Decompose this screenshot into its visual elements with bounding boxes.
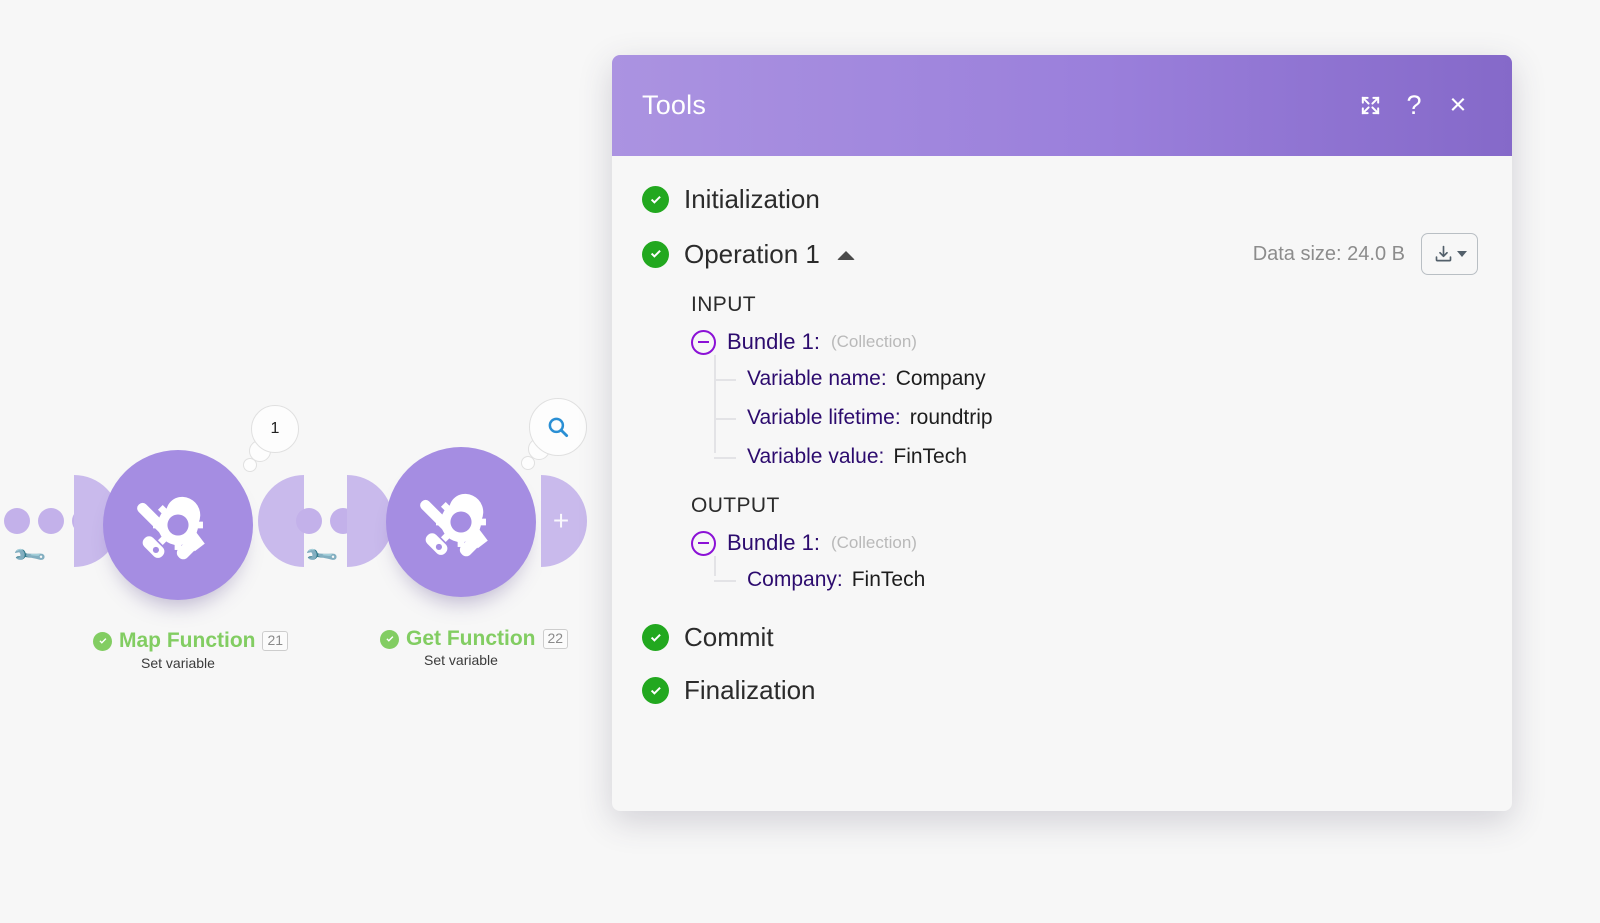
status-check-icon bbox=[380, 629, 399, 649]
module-subtitle: Set variable bbox=[141, 655, 215, 671]
bundle-type: (Collection) bbox=[830, 332, 917, 351]
expand-icon bbox=[1361, 96, 1379, 115]
tools-icon bbox=[420, 493, 488, 557]
bundle-label: Bundle 1: bbox=[727, 530, 820, 555]
status-check-icon bbox=[642, 677, 669, 704]
stage-initialization[interactable]: Initialization bbox=[642, 184, 1478, 215]
module-icon-circle[interactable] bbox=[386, 447, 536, 597]
stage-commit[interactable]: Commit bbox=[642, 622, 1478, 653]
output-tree: Company: FinTech bbox=[714, 556, 1478, 599]
panel-header: Tools ? × bbox=[612, 55, 1512, 156]
row-value: roundtrip bbox=[909, 405, 993, 429]
stage-label: Initialization bbox=[684, 184, 820, 214]
magnifier-icon bbox=[548, 417, 569, 438]
status-check-icon bbox=[642, 186, 669, 213]
collapse-toggle-icon[interactable] bbox=[836, 250, 855, 260]
tools-icon bbox=[137, 496, 205, 560]
row-value: FinTech bbox=[851, 567, 926, 591]
bundle-label: Bundle 1: bbox=[727, 329, 820, 354]
output-bundle-row[interactable]: Bundle 1: (Collection) bbox=[691, 530, 1478, 556]
module-name: Get Function bbox=[406, 627, 536, 650]
chevron-down-icon bbox=[1456, 251, 1467, 257]
tree-row: Variable lifetime: roundtrip bbox=[714, 398, 1478, 437]
input-section-label: INPUT bbox=[691, 293, 756, 316]
tree-row: Variable name: Company bbox=[714, 359, 1478, 398]
help-button[interactable]: ? bbox=[1392, 84, 1436, 128]
close-button[interactable]: × bbox=[1436, 84, 1480, 128]
row-key: Company: bbox=[747, 567, 843, 591]
module-label-row: Get Function 22 bbox=[380, 627, 569, 651]
panel-body: Initialization Operation 1 Data size: 24… bbox=[612, 156, 1512, 736]
data-size-label: Data size: 24.0 B bbox=[1252, 242, 1405, 265]
operation-count-bubble[interactable]: 1 bbox=[251, 405, 299, 453]
collapse-bundle-icon[interactable] bbox=[691, 329, 716, 355]
app-root: 🔧 Map Function 21 Set variable 1 🔧 Get F… bbox=[0, 0, 1600, 923]
input-bundle-row[interactable]: Bundle 1: (Collection) bbox=[691, 329, 1478, 355]
wrench-icon[interactable]: 🔧 bbox=[11, 537, 48, 574]
module-name: Map Function bbox=[119, 629, 256, 652]
download-button[interactable] bbox=[1421, 233, 1478, 275]
expand-button[interactable] bbox=[1348, 84, 1392, 128]
close-icon: × bbox=[1449, 89, 1467, 121]
stage-label: Finalization bbox=[684, 675, 816, 705]
row-key: Variable name: bbox=[747, 366, 887, 390]
add-module-button[interactable]: + bbox=[541, 475, 587, 567]
row-key: Variable value: bbox=[747, 444, 885, 468]
route-dot bbox=[4, 508, 30, 534]
panel-title: Tools bbox=[642, 90, 707, 120]
module-badge: 21 bbox=[262, 631, 289, 651]
operation-count: 1 bbox=[270, 420, 280, 437]
wrench-icon[interactable]: 🔧 bbox=[303, 537, 340, 574]
row-value: FinTech bbox=[893, 444, 967, 468]
row-value: Company bbox=[895, 366, 986, 390]
stage-finalization[interactable]: Finalization bbox=[642, 675, 1478, 706]
stage-label: Commit bbox=[684, 622, 774, 652]
module-label-row: Map Function 21 bbox=[93, 629, 289, 653]
download-icon bbox=[1435, 245, 1451, 261]
inspect-bubble[interactable] bbox=[529, 398, 587, 456]
stage-operation-1[interactable]: Operation 1 Data size: 24.0 B bbox=[642, 233, 1478, 275]
module-icon-circle[interactable] bbox=[103, 450, 253, 600]
tree-row: Company: FinTech bbox=[714, 560, 1478, 599]
status-check-icon bbox=[642, 624, 669, 651]
status-check-icon bbox=[642, 240, 669, 268]
help-icon: ? bbox=[1406, 90, 1422, 120]
status-check-icon bbox=[93, 631, 112, 651]
row-key: Variable lifetime: bbox=[747, 405, 901, 429]
bundle-type: (Collection) bbox=[830, 533, 917, 552]
tree-row: Variable value: FinTech bbox=[714, 437, 1478, 476]
stage-label: Operation 1 bbox=[684, 238, 820, 269]
module-badge: 22 bbox=[542, 629, 569, 649]
tools-inspector-panel: Tools ? × Initialization Operation 1 Dat… bbox=[612, 55, 1512, 811]
output-section-label: OUTPUT bbox=[691, 494, 780, 517]
data-size-group: Data size: 24.0 B bbox=[1253, 233, 1478, 275]
collapse-bundle-icon[interactable] bbox=[691, 530, 716, 556]
route-dot bbox=[296, 508, 322, 534]
route-dot bbox=[38, 508, 64, 534]
module-subtitle: Set variable bbox=[424, 652, 498, 668]
input-tree: Variable name: Company Variable lifetime… bbox=[714, 355, 1478, 476]
add-module-label: + bbox=[552, 505, 570, 536]
